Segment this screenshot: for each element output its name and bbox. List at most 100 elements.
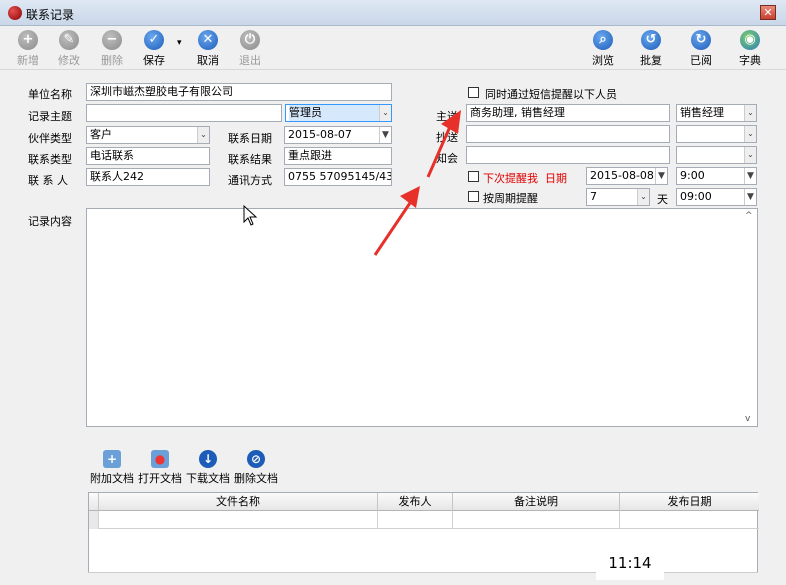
cancel-button[interactable]: ✕ 取消 [188,30,228,68]
scroll-down-icon[interactable]: v [745,414,750,424]
chevron-down-icon[interactable]: ▼ [744,189,756,205]
check-icon: ✓ [144,30,164,50]
cell-notes[interactable] [453,511,620,529]
partner-type-label: 伙伴类型 [28,132,72,145]
download-doc-label: 下载文档 [186,472,230,485]
chevron-down-icon[interactable]: ⌄ [379,105,391,121]
period-days-value: 7 [590,190,597,203]
partner-type-value: 客户 [90,128,112,141]
cell-file-name[interactable] [99,511,378,529]
reply-label: 批复 [640,54,662,67]
exit-icon: ⏻ [240,30,260,50]
delete-doc-icon: ⊘ [247,450,265,468]
row-indicator-header [89,493,99,511]
main-role-select[interactable]: 销售经理 ⌄ [676,104,757,122]
company-label: 单位名称 [28,88,72,101]
cc-role-select[interactable]: ⌄ [676,125,757,143]
chevron-down-icon[interactable]: ⌄ [744,126,756,142]
exit-label: 退出 [239,54,261,67]
edit-button[interactable]: ✎ 修改 [49,30,89,68]
sms-label: 同时通过短信提醒以下人员 [485,88,617,101]
title-bar [0,0,786,26]
download-icon: ↓ [199,450,217,468]
new-label: 新增 [17,54,39,67]
sms-checkbox[interactable] [468,87,479,98]
chevron-down-icon[interactable]: ▼ [655,168,667,184]
chevron-down-icon[interactable]: ⌄ [744,105,756,121]
partner-type-select[interactable]: 客户 ⌄ [86,126,210,144]
next-remind-checkbox[interactable] [468,171,479,182]
delete-doc-button[interactable]: ⊘ 删除文档 [234,450,278,486]
open-doc-button[interactable]: ● 打开文档 [138,450,182,486]
read-button[interactable]: ↻ 已阅 [681,30,721,68]
remind-date-value: 2015-08-08 [590,169,654,182]
period-time-select[interactable]: 09:00 ▼ [676,188,757,206]
delete-button[interactable]: − 删除 [92,30,132,68]
save-button[interactable]: ✓ 保存 [134,30,174,68]
col-publisher[interactable]: 发布人 [378,493,453,511]
contact-person-field[interactable]: 联系人242 [86,168,210,186]
contact-result-field[interactable]: 重点跟进 [284,147,392,165]
cell-publish-date[interactable] [620,511,759,529]
cell-publisher[interactable] [378,511,453,529]
cancel-label: 取消 [197,54,219,67]
contact-type-field[interactable]: 电话联系 [86,147,210,165]
scroll-up-icon[interactable]: ^ [745,211,753,221]
cc-recipients-field[interactable] [466,125,670,143]
close-button[interactable]: ✕ [760,5,776,20]
content-textarea[interactable]: ^ v [86,208,758,427]
arrow-head-1 [400,186,420,208]
cc-label: 抄送 [436,131,458,144]
contact-date-picker[interactable]: 2015-08-07 ▼ [284,126,392,144]
remind-time-select[interactable]: 9:00 ▼ [676,167,757,185]
attach-doc-icon: + [103,450,121,468]
globe-icon: ◉ [740,30,760,50]
dictionary-button[interactable]: ◉ 字典 [730,30,770,68]
download-doc-button[interactable]: ↓ 下载文档 [186,450,230,486]
x-icon: ✕ [198,30,218,50]
comm-field[interactable]: 0755 57095145/43 [284,168,392,186]
browse-button[interactable]: ⌕ 浏览 [583,30,623,68]
browse-label: 浏览 [592,54,614,67]
chevron-down-icon[interactable]: ⌄ [744,147,756,163]
owner-field[interactable]: 管理员 ⌄ [285,104,392,122]
save-dropdown-icon[interactable]: ▾ [177,38,182,48]
col-publish-date[interactable]: 发布日期 [620,493,759,511]
delete-doc-label: 删除文档 [234,472,278,485]
main-recipients-field[interactable]: 商务助理, 销售经理 [466,104,670,122]
attach-doc-button[interactable]: + 附加文档 [90,450,134,486]
col-file-name[interactable]: 文件名称 [99,493,378,511]
contact-date-label: 联系日期 [228,132,272,145]
open-doc-icon: ● [151,450,169,468]
sign-recipients-field[interactable] [466,146,670,164]
chevron-down-icon[interactable]: ⌄ [197,127,209,143]
col-notes[interactable]: 备注说明 [453,493,620,511]
company-field[interactable]: 深圳市嵫杰塑胶电子有限公司 [86,83,392,101]
day-label: 天 [657,193,668,206]
comm-label: 通讯方式 [228,174,272,187]
contact-person-label: 联 系 人 [28,174,68,187]
chevron-down-icon[interactable]: ▼ [379,127,391,143]
chevron-down-icon[interactable]: ⌄ [637,189,649,205]
attach-doc-label: 附加文档 [90,472,134,485]
subject-field[interactable] [86,104,282,122]
exit-button[interactable]: ⏻ 退出 [230,30,270,68]
period-days-select[interactable]: 7 ⌄ [586,188,650,206]
period-remind-checkbox[interactable] [468,191,479,202]
delete-label: 删除 [101,54,123,67]
contact-date-value: 2015-08-07 [288,128,352,141]
open-doc-label: 打开文档 [138,472,182,485]
reply-button[interactable]: ↺ 批复 [631,30,671,68]
chevron-down-icon[interactable]: ▼ [744,168,756,184]
table-row[interactable] [89,511,759,529]
minus-icon: − [102,30,122,50]
window-title: 联系记录 [26,8,75,22]
remind-date-picker[interactable]: 2015-08-08 ▼ [586,167,668,185]
next-remind-label: 下次提醒我 [483,172,538,185]
content-scrollbar[interactable]: ^ v [743,209,757,426]
sign-label: 知会 [436,152,458,165]
reply-icon: ↺ [641,30,661,50]
sign-role-select[interactable]: ⌄ [676,146,757,164]
new-button[interactable]: + 新增 [8,30,48,68]
contact-result-label: 联系结果 [228,153,272,166]
